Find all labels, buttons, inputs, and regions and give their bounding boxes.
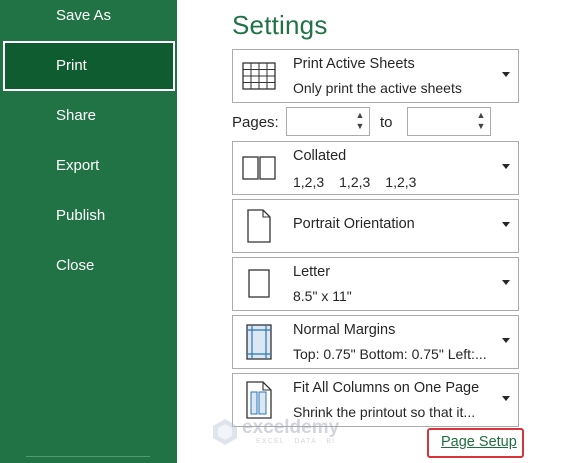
watermark-tagline: EXCEL · DATA · BI (256, 438, 336, 445)
pages-label: Pages: (232, 114, 279, 131)
chevron-down-icon (502, 72, 510, 77)
margins-subtitle: Top: 0.75" Bottom: 0.75" Left:... (293, 346, 487, 362)
page-setup-highlight: Page Setup (427, 428, 524, 458)
pages-to-input[interactable]: ▲ ▼ (407, 107, 491, 136)
collation-set: 1,2,3 (339, 174, 371, 190)
watermark-logo: exceldemy EXCEL · DATA · BI (212, 416, 362, 450)
margins-icon (233, 316, 285, 368)
letter-page-icon (233, 258, 285, 310)
collation-dropdown[interactable]: Collated 1,2,3 1,2,3 1,2,3 (232, 141, 519, 195)
nav-share[interactable]: Share (0, 91, 177, 141)
print-what-dropdown[interactable]: Print Active Sheets Only print the activ… (232, 49, 519, 103)
chevron-down-icon (502, 280, 510, 285)
pages-to-label: to (380, 114, 393, 131)
collation-sets: 1,2,3 1,2,3 1,2,3 (293, 174, 431, 190)
watermark-name: exceldemy (242, 417, 340, 438)
portrait-page-icon (233, 200, 285, 252)
chevron-down-icon (502, 164, 510, 169)
collated-icon (233, 142, 285, 194)
paper-size-title: Letter (293, 264, 331, 280)
paper-size-subtitle: 8.5" x 11" (293, 288, 352, 304)
margins-dropdown[interactable]: Normal Margins Top: 0.75" Bottom: 0.75" … (232, 315, 519, 369)
paper-size-dropdown[interactable]: Letter 8.5" x 11" (232, 257, 519, 311)
chevron-down-icon (502, 338, 510, 343)
collation-set: 1,2,3 (293, 174, 325, 190)
page-setup-link[interactable]: Page Setup (441, 434, 517, 450)
sidebar-divider (26, 456, 150, 457)
backstage-sidebar: Save As Print Share Export Publish Close (0, 0, 177, 463)
sheet-grid-icon (233, 50, 285, 102)
exceldemy-logo-icon (213, 419, 237, 445)
nav-print[interactable]: Print (3, 41, 175, 91)
print-what-title: Print Active Sheets (293, 56, 415, 72)
collation-title: Collated (293, 148, 347, 164)
margins-title: Normal Margins (293, 322, 396, 338)
nav-save-as[interactable]: Save As (0, 0, 177, 41)
chevron-down-icon (502, 396, 510, 401)
chevron-down-icon (502, 222, 510, 227)
scaling-title: Fit All Columns on One Page (293, 380, 480, 396)
nav-export[interactable]: Export (0, 141, 177, 191)
collation-set: 1,2,3 (385, 174, 417, 190)
nav-publish[interactable]: Publish (0, 191, 177, 241)
orientation-dropdown[interactable]: Portrait Orientation (232, 199, 519, 253)
orientation-title: Portrait Orientation (293, 216, 415, 232)
pages-from-input[interactable]: ▲ ▼ (286, 107, 370, 136)
nav-close[interactable]: Close (0, 241, 177, 291)
print-what-subtitle: Only print the active sheets (293, 80, 462, 96)
settings-title: Settings (232, 10, 328, 40)
spinner-arrows-icon[interactable]: ▲ ▼ (476, 110, 486, 134)
spinner-arrows-icon[interactable]: ▲ ▼ (355, 110, 365, 134)
